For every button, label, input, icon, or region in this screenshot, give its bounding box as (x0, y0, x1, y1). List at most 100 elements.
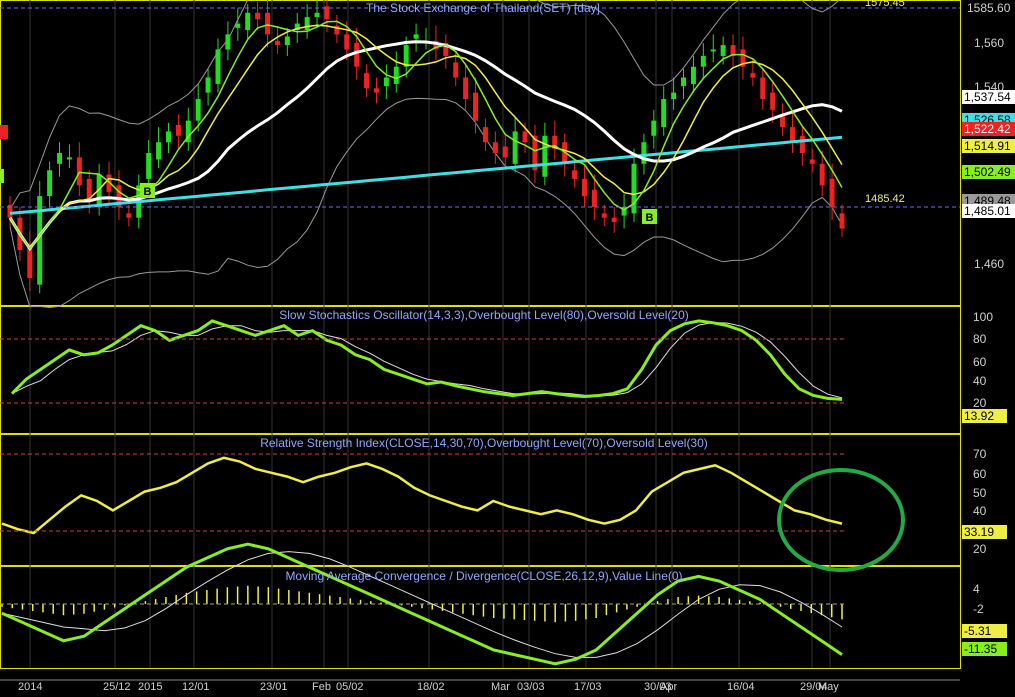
macd-panel-title: Moving Average Convergence / Divergence(… (285, 569, 682, 583)
stoch-panel-title: Slow Stochastics Oscillator(14,3,3),Over… (279, 308, 689, 322)
candle-body (205, 77, 211, 93)
candle-body (502, 146, 508, 158)
svg-text:50: 50 (973, 486, 987, 500)
x-tick-label: 2015 (138, 681, 162, 693)
svg-text:-2: -2 (973, 602, 984, 616)
candle-body (799, 135, 805, 153)
macd-signal-tag-text: -11.35 (964, 642, 997, 656)
candle-body (463, 77, 469, 100)
price-tag-text: 1,485.01 (964, 204, 1011, 218)
svg-text:80: 80 (973, 332, 987, 346)
price-value-tag: 1,537.54 (962, 90, 1015, 104)
candle-body (651, 120, 657, 136)
candle-body (364, 73, 370, 89)
x-tick-label: 05/02 (336, 681, 364, 693)
left-edge-marker (0, 169, 4, 183)
svg-text:60: 60 (973, 355, 987, 369)
candle-body (383, 77, 389, 87)
candle-body (304, 17, 310, 31)
buy-marker-1: B (140, 183, 155, 198)
macd-value-tag-text: -5.31 (964, 624, 992, 638)
x-tick-label: 18/02 (417, 681, 445, 693)
candle-body (66, 157, 72, 160)
rsi-panel-title: Relative Strength Index(CLOSE,14,30,70),… (260, 436, 708, 450)
candle-body (126, 213, 132, 218)
x-tick-label: Feb (312, 681, 331, 693)
price-top-label: 1585.60 (967, 1, 1011, 15)
candle-body (661, 99, 667, 128)
candle-body (700, 55, 706, 67)
candle-body (146, 153, 152, 179)
svg-text:1,560: 1,560 (974, 36, 1004, 50)
macd-value-tag: -5.31 (962, 624, 1007, 638)
candle-body (344, 34, 350, 50)
candle-body (522, 131, 528, 143)
stoch-value-tag-text: 13.92 (964, 409, 994, 423)
candle-body (809, 159, 815, 164)
svg-text:4: 4 (973, 582, 980, 596)
candle-body (631, 163, 637, 214)
candle-body (710, 49, 716, 52)
price-value-tag: 1,522.42 (962, 122, 1015, 136)
candle-body (542, 135, 548, 177)
rsi-value-tag: 33.19 (962, 525, 1007, 539)
svg-text:60: 60 (973, 467, 987, 481)
candle-body (671, 92, 677, 100)
stock-chart: The Stock Exchange of Thailand(SET) [day… (0, 0, 1015, 697)
candle-body (690, 66, 696, 84)
buy-marker-2: B (642, 209, 657, 224)
candle-body (601, 213, 607, 218)
candle-body (681, 77, 687, 87)
candle-body (403, 45, 409, 67)
svg-text:40: 40 (973, 504, 987, 518)
candle-body (572, 170, 578, 179)
candle-body (265, 12, 271, 35)
x-tick-label: Apr (660, 681, 677, 693)
candle-body (245, 12, 251, 31)
price-value-tag: 1,502.49 (962, 165, 1015, 179)
price-tag-text: 1,514.91 (964, 139, 1011, 153)
svg-text:20: 20 (973, 542, 987, 556)
candle-body (482, 127, 488, 143)
candle-body (829, 178, 835, 207)
candle-body (215, 49, 221, 84)
candle-body (720, 45, 726, 56)
candle-body (314, 12, 320, 18)
candle-body (235, 23, 241, 28)
candle-body (512, 131, 518, 164)
price-tag-text: 1,537.54 (964, 90, 1011, 104)
x-tick-label: 23/01 (260, 681, 288, 693)
candle-body (473, 92, 479, 121)
candle-body (354, 42, 360, 67)
candle-body (492, 142, 498, 153)
candle-body (413, 34, 419, 39)
candle-body (581, 178, 587, 197)
price-value-tag: 1,514.91 (962, 139, 1015, 153)
macd-signal-tag: -11.35 (962, 642, 1007, 656)
candle-body (175, 124, 181, 136)
candle-body (760, 77, 766, 100)
candle-body (255, 12, 261, 20)
left-edge-marker (0, 125, 8, 139)
svg-text:1,460: 1,460 (974, 257, 1004, 271)
x-tick-label: May (818, 681, 839, 693)
svg-text:B: B (144, 186, 152, 198)
candle-body (165, 131, 171, 143)
x-tick-label: 25/12 (103, 681, 131, 693)
price-value-tag: 1,485.01 (962, 204, 1015, 218)
price-tag-text: 1,522.42 (964, 122, 1011, 136)
candle-body (770, 92, 776, 110)
candle-body (611, 217, 617, 223)
x-tick-label: 2014 (18, 681, 42, 693)
svg-text:40: 40 (973, 374, 987, 388)
candle-body (57, 153, 63, 164)
candle-body (284, 36, 290, 46)
svg-text:20: 20 (973, 396, 987, 410)
price-tag-text: 1,502.49 (964, 165, 1011, 179)
candle-body (591, 189, 597, 207)
candle-body (195, 99, 201, 121)
stoch-value-tag: 13.92 (962, 409, 1007, 423)
candle-body (750, 73, 756, 78)
x-tick-label: Mar (491, 681, 510, 693)
candle-body (274, 40, 280, 46)
